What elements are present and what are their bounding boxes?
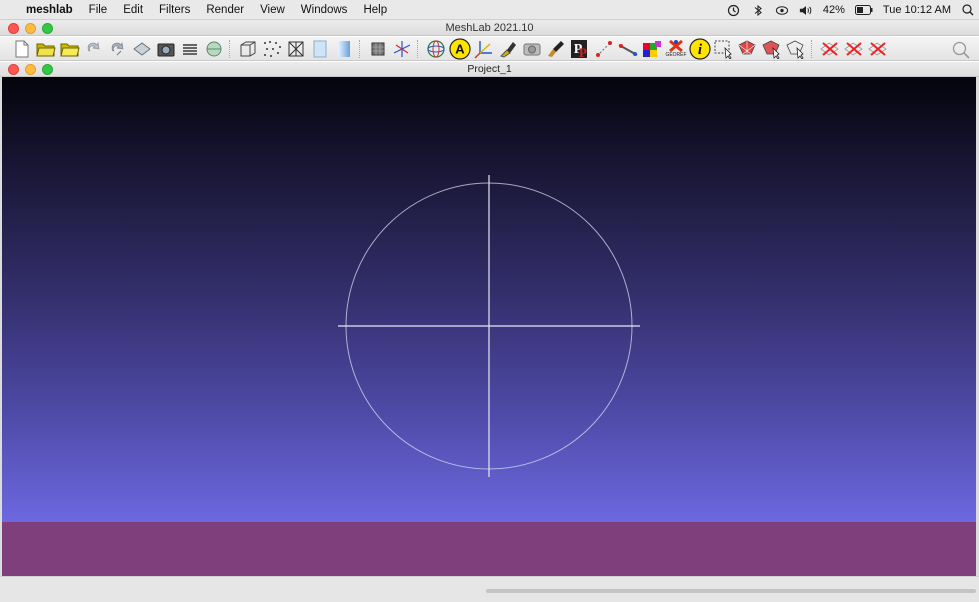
menu-view[interactable]: View — [252, 0, 293, 20]
delete-vertices-icon[interactable] — [842, 38, 866, 60]
status-area: 42% Tue 10:12 AM — [727, 0, 979, 20]
menu-filters[interactable]: Filters — [151, 0, 198, 20]
trackball-overlay — [338, 175, 640, 477]
window-titlebar: MeshLab 2021.10 — [0, 20, 979, 36]
wireframe-icon[interactable] — [284, 38, 308, 60]
search-icon[interactable] — [949, 39, 973, 60]
brush-icon[interactable] — [544, 38, 568, 60]
bluetooth-icon[interactable] — [751, 3, 765, 17]
georef-label: GEOREF — [665, 52, 687, 58]
reload-icon[interactable] — [82, 38, 106, 60]
annotation-icon[interactable]: A — [448, 37, 472, 60]
axis-icon[interactable] — [390, 38, 414, 60]
window-title: MeshLab 2021.10 — [445, 22, 534, 34]
info-icon[interactable]: i — [688, 37, 712, 60]
measure-icon[interactable] — [616, 38, 640, 60]
color-icon[interactable] — [640, 38, 664, 60]
svg-text:P: P — [579, 45, 587, 60]
battery-percent: 42% — [822, 4, 845, 16]
time-machine-icon[interactable] — [727, 3, 741, 17]
menu-file[interactable]: File — [81, 0, 116, 20]
delete-faces-icon[interactable] — [818, 38, 842, 60]
horizontal-scrollbar[interactable] — [486, 589, 976, 593]
import-raster-icon[interactable] — [202, 38, 226, 60]
select-faces-icon[interactable] — [736, 38, 760, 60]
menu-app-name[interactable]: meshlab — [18, 0, 81, 20]
light-icon[interactable] — [472, 38, 496, 60]
layers-icon[interactable] — [178, 38, 202, 60]
snapshot-icon[interactable] — [154, 38, 178, 60]
volume-icon[interactable] — [799, 3, 813, 17]
svg-text:A: A — [455, 41, 465, 56]
battery-icon[interactable] — [854, 3, 873, 17]
system-menubar: meshlab File Edit Filters Render View Wi… — [0, 0, 979, 20]
texture-icon[interactable] — [366, 38, 390, 60]
toolbar-separator — [811, 39, 815, 58]
select-icon[interactable] — [712, 38, 736, 60]
menubar-clock[interactable]: Tue 10:12 AM — [883, 4, 951, 16]
open-icon[interactable] — [34, 38, 58, 60]
document-title: Project_1 — [467, 63, 512, 75]
menu-render[interactable]: Render — [198, 0, 252, 20]
toolbar-separator — [229, 39, 233, 58]
cloud-sync-icon[interactable] — [775, 3, 789, 17]
viewport-floor-band — [2, 522, 976, 576]
select-connected-icon[interactable] — [784, 38, 808, 60]
camera-icon[interactable] — [520, 38, 544, 60]
paint-icon[interactable] — [496, 38, 520, 60]
trackball-icon[interactable] — [424, 38, 448, 60]
flat-icon[interactable] — [308, 38, 332, 60]
3d-viewport[interactable] — [2, 77, 976, 522]
delete-all-icon[interactable] — [866, 38, 890, 60]
save-icon[interactable] — [130, 38, 154, 60]
pickpoints-icon[interactable]: PP — [568, 38, 592, 60]
toolbar-separator — [417, 39, 421, 58]
smooth-icon[interactable] — [332, 38, 356, 60]
select-vertices-icon[interactable] — [760, 38, 784, 60]
toolbar-separator — [359, 39, 363, 58]
georef-icon[interactable]: GEOREF — [664, 38, 688, 60]
menu-help[interactable]: Help — [355, 0, 395, 20]
open-project-icon[interactable] — [58, 38, 82, 60]
reload-all-icon[interactable] — [106, 38, 130, 60]
bbox-icon[interactable] — [236, 38, 260, 60]
new-icon[interactable] — [10, 38, 34, 60]
align-icon[interactable] — [592, 38, 616, 60]
points-icon[interactable] — [260, 38, 284, 60]
menu-edit[interactable]: Edit — [115, 0, 151, 20]
document-titlebar: Project_1 — [0, 62, 979, 77]
spotlight-icon[interactable] — [961, 3, 975, 17]
menu-windows[interactable]: Windows — [293, 0, 356, 20]
main-toolbar: A PP GEOREF i — [0, 37, 979, 61]
bottom-status-area — [0, 576, 979, 602]
